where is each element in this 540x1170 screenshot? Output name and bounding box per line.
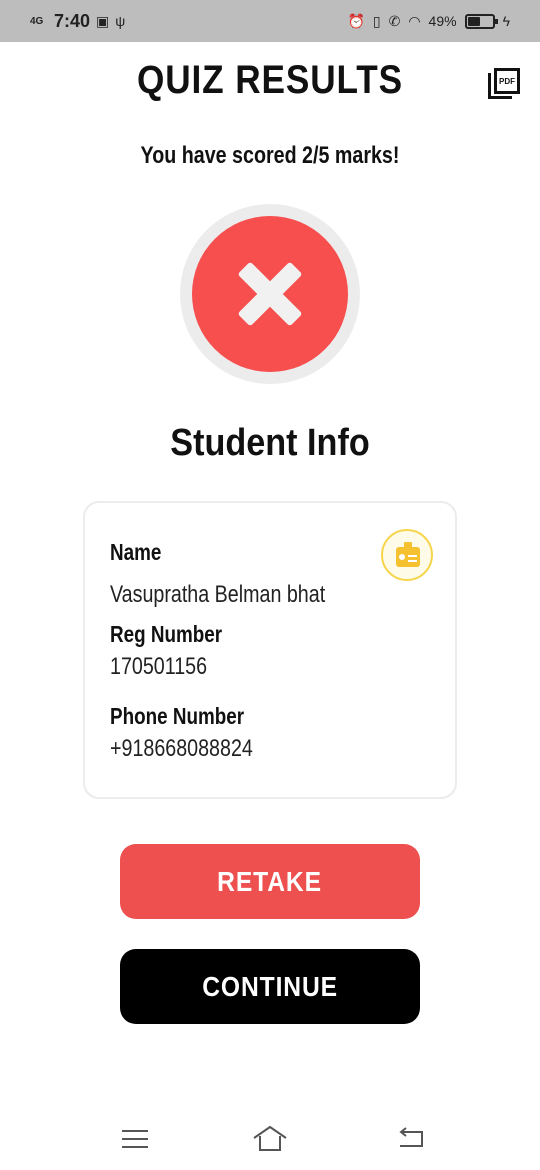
menu-icon[interactable] bbox=[122, 1130, 150, 1150]
status-time: 7:40 bbox=[54, 10, 91, 31]
page-title: QUIZ RESULTS bbox=[136, 58, 404, 102]
wifi-call-icon: ✆ bbox=[388, 12, 401, 29]
vibrate-icon: ▯ bbox=[372, 12, 381, 29]
continue-button[interactable]: CONTINUE bbox=[120, 949, 420, 1024]
system-nav-bar bbox=[0, 1110, 540, 1170]
reg-number-value: 170501156 bbox=[110, 653, 208, 680]
app-notification-icon: ▣ bbox=[96, 12, 110, 29]
usb-icon: ψ bbox=[115, 13, 126, 29]
name-value: Vasupratha Belman bhat bbox=[110, 581, 326, 608]
student-info-title: Student Info bbox=[170, 422, 370, 464]
battery-icon bbox=[464, 13, 498, 29]
wifi-icon: ◠ bbox=[408, 12, 421, 29]
student-info-card: Name Vasupratha Belman bhat Reg Number 1… bbox=[83, 501, 457, 799]
back-icon[interactable] bbox=[396, 1126, 426, 1150]
continue-button-label: CONTINUE bbox=[202, 970, 338, 1002]
reg-number-label: Reg Number bbox=[110, 621, 223, 647]
alarm-icon: ⏰ bbox=[347, 12, 365, 29]
fail-result-icon bbox=[192, 216, 348, 372]
score-message: You have scored 2/5 marks! bbox=[140, 142, 400, 169]
pdf-document-icon: PDF bbox=[494, 68, 520, 94]
quiz-results-screen: 4G 7:40 ▣ ψ ⏰ ▯ ✆ ◠ 49% ϟ QUIZ RESULTS P… bbox=[0, 0, 540, 1170]
phone-number-value: +918668088824 bbox=[110, 735, 253, 762]
retake-button[interactable]: RETAKE bbox=[120, 844, 420, 919]
phone-number-label: Phone Number bbox=[110, 703, 245, 729]
name-label: Name bbox=[110, 539, 162, 565]
network-type: 4G bbox=[30, 15, 44, 27]
home-icon[interactable] bbox=[252, 1124, 288, 1152]
battery-percent: 49% bbox=[428, 13, 457, 29]
retake-button-label: RETAKE bbox=[217, 865, 323, 897]
id-card-icon bbox=[381, 529, 433, 581]
status-bar: 4G 7:40 ▣ ψ ⏰ ▯ ✆ ◠ 49% ϟ bbox=[0, 0, 540, 42]
charging-icon: ϟ bbox=[502, 13, 510, 29]
pdf-export-button[interactable]: PDF bbox=[488, 68, 520, 100]
